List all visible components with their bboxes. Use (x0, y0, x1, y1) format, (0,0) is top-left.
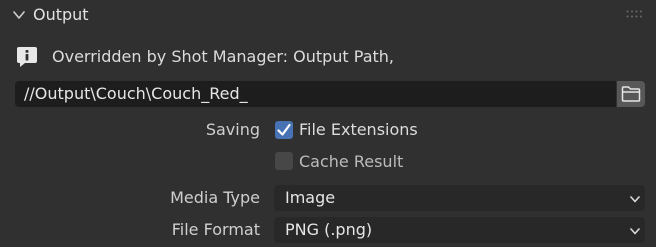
file-extensions-checkbox[interactable] (275, 121, 293, 139)
chevron-down-icon[interactable] (12, 8, 26, 22)
media-type-value: Image (285, 188, 336, 207)
file-format-label: File Format (171, 220, 260, 239)
chevron-down-icon (630, 228, 640, 235)
output-path-value[interactable]: //Output\Couch\Couch_Red_ (24, 84, 248, 103)
file-format-value: PNG (.png) (285, 220, 373, 239)
info-message: Overridden by Shot Manager: Output Path, (52, 47, 394, 66)
output-path-field[interactable]: //Output\Couch\Couch_Red_ (15, 81, 616, 107)
browse-folder-button[interactable] (617, 81, 645, 107)
chevron-down-icon (630, 196, 640, 203)
grip-icon[interactable] (626, 10, 644, 19)
file-format-dropdown[interactable]: PNG (.png) (274, 217, 645, 243)
panel-title: Output (33, 5, 89, 24)
output-panel: Output Overridden by Shot Manager: Outpu… (0, 0, 656, 247)
folder-icon (621, 86, 641, 102)
saving-label: Saving (205, 120, 260, 139)
cache-result-checkbox[interactable] (275, 152, 293, 170)
info-icon (17, 47, 37, 67)
cache-result-label[interactable]: Cache Result (299, 152, 403, 171)
checkmark-icon (277, 123, 291, 136)
panel-header[interactable]: Output (0, 0, 656, 30)
media-type-label: Media Type (170, 188, 260, 207)
media-type-dropdown[interactable]: Image (274, 185, 645, 211)
file-extensions-label[interactable]: File Extensions (299, 120, 418, 139)
